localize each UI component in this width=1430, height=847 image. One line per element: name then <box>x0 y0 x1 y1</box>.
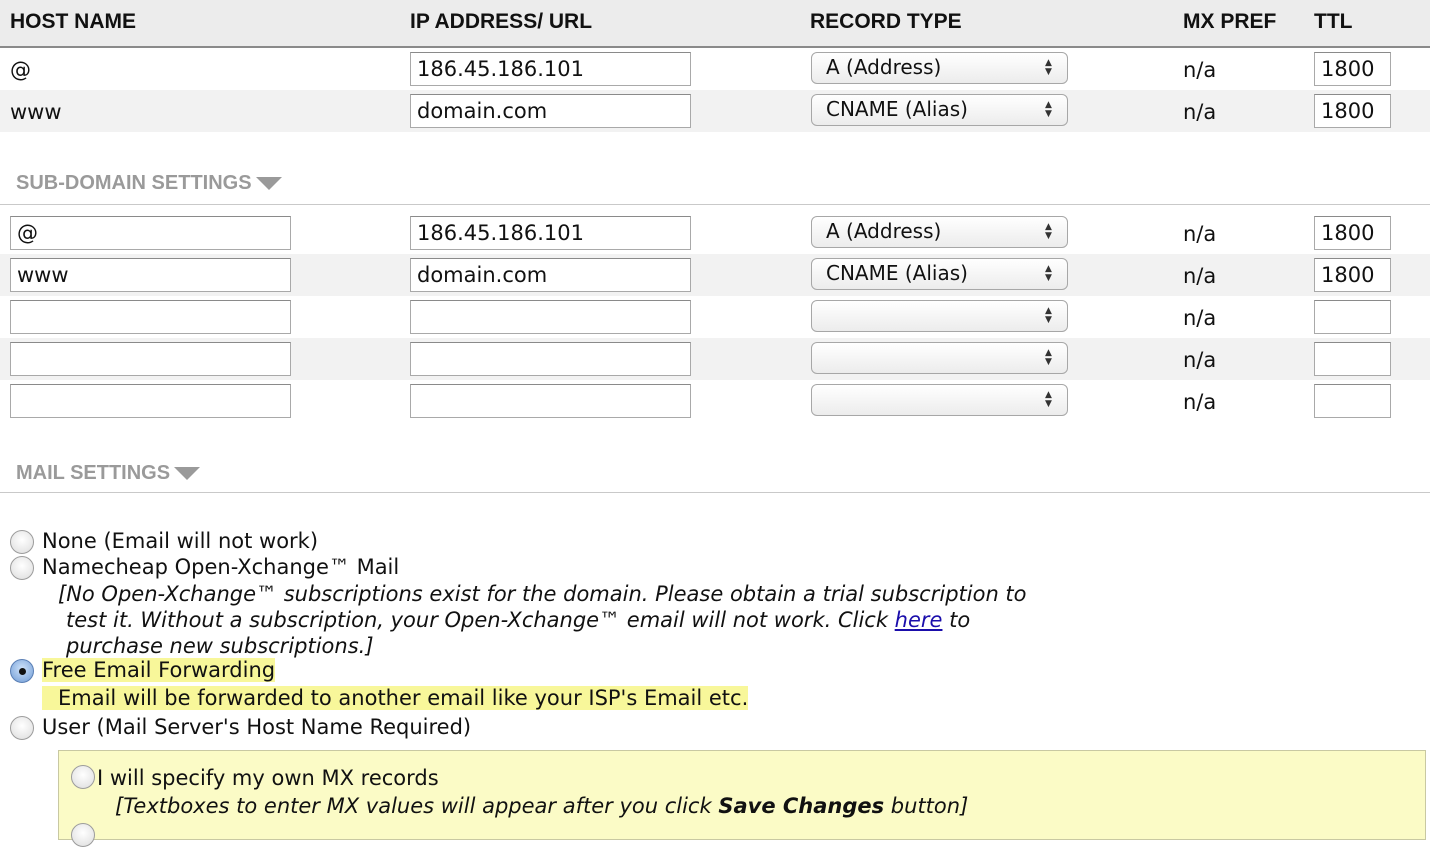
mx-pref-text: n/a <box>1183 390 1217 414</box>
ttl-input[interactable] <box>1314 258 1391 292</box>
purchase-here-link[interactable]: here <box>895 608 943 632</box>
mx-note-text: button] <box>884 794 969 818</box>
select-arrows-icon: ▲ ▼ <box>1045 58 1052 77</box>
record-type-value: CNAME (Alias) <box>826 97 968 121</box>
ttl-input[interactable] <box>1314 384 1391 418</box>
mail-user-radio[interactable] <box>10 716 34 740</box>
host-name-text: @ <box>10 58 31 82</box>
ttl-input[interactable] <box>1314 94 1391 128</box>
select-arrows-icon: ▲ ▼ <box>1045 306 1052 325</box>
mail-open-xchange-radio[interactable] <box>10 556 34 580</box>
mail-user-label: User (Mail Server's Host Name Required) <box>42 715 472 739</box>
mx-pref-text: n/a <box>1183 348 1217 372</box>
mail-none-label: None (Email will not work) <box>42 529 319 553</box>
records-table-header: HOST NAME IP ADDRESS/ URL RECORD TYPE MX… <box>0 0 1430 48</box>
select-arrows-icon: ▲ ▼ <box>1045 348 1052 367</box>
record-type-select[interactable]: CNAME (Alias) ▲ ▼ <box>811 94 1068 126</box>
mail-forwarding-description: Email will be forwarded to another email… <box>42 686 749 710</box>
host-name-text: www <box>10 100 62 124</box>
select-arrows-icon: ▲ ▼ <box>1045 390 1052 409</box>
mail-forwarding-label: Free Email Forwarding <box>42 658 276 682</box>
mail-forwarding-radio[interactable] <box>10 659 34 683</box>
subdomain-settings-toggle[interactable]: SUB-DOMAIN SETTINGS <box>16 172 282 195</box>
save-changes-emphasis: Save Changes <box>718 794 885 818</box>
record-type-select[interactable]: ▲ ▼ <box>811 300 1068 332</box>
table-row: CNAME (Alias) ▲▼ n/a <box>0 254 1430 296</box>
open-xchange-note-text: to <box>942 608 971 632</box>
host-name-input[interactable] <box>10 216 291 250</box>
mx-note-text: [Textboxes to enter MX values will appea… <box>115 794 719 818</box>
user-mx-options-panel: I will specify my own MX records [Textbo… <box>58 750 1426 847</box>
divider <box>0 204 1430 205</box>
table-row: @ A (Address) ▲▼ n/a <box>0 48 1430 90</box>
mx-pref-text: n/a <box>1183 306 1217 330</box>
ip-address-input[interactable] <box>410 94 691 128</box>
ttl-input[interactable] <box>1314 52 1391 86</box>
mx-pref-text: n/a <box>1183 222 1217 246</box>
header-ip-address: IP ADDRESS/ URL <box>410 10 593 33</box>
host-name-input[interactable] <box>10 258 291 292</box>
record-type-select[interactable]: ▲ ▼ <box>811 342 1068 374</box>
mx-pref-text: n/a <box>1183 58 1217 82</box>
ip-address-input[interactable] <box>410 52 691 86</box>
record-type-value: A (Address) <box>826 55 942 79</box>
mail-settings-toggle[interactable]: MAIL SETTINGS <box>16 462 201 485</box>
header-record-type: RECORD TYPE <box>810 10 962 33</box>
open-xchange-note-text: [No Open-Xchange™ subscriptions exist fo… <box>58 582 1027 606</box>
open-xchange-note-line-2: test it. Without a subscription, your Op… <box>66 607 970 633</box>
table-row: A (Address) ▲▼ n/a <box>0 212 1430 254</box>
record-type-select[interactable]: A (Address) ▲ ▼ <box>811 216 1068 248</box>
record-type-select[interactable]: ▲ ▼ <box>811 384 1068 416</box>
select-arrows-icon: ▲ ▼ <box>1045 222 1052 241</box>
ip-address-input[interactable] <box>410 300 691 334</box>
ip-address-input[interactable] <box>410 216 691 250</box>
host-name-input[interactable] <box>10 300 291 334</box>
mail-settings-title: MAIL SETTINGS <box>16 462 171 484</box>
open-xchange-note-line-1: [No Open-Xchange™ subscriptions exist fo… <box>58 581 1027 607</box>
mail-open-xchange-label: Namecheap Open-Xchange™ Mail <box>42 555 400 579</box>
header-ttl: TTL <box>1314 10 1353 33</box>
mx-pref-text: n/a <box>1183 100 1217 124</box>
ip-address-input[interactable] <box>410 384 691 418</box>
table-row: ▲ ▼ n/a <box>0 380 1430 422</box>
mx-pref-text: n/a <box>1183 264 1217 288</box>
ttl-input[interactable] <box>1314 300 1391 334</box>
mx-records-note: [Textboxes to enter MX values will appea… <box>115 793 968 819</box>
table-row: www CNAME (Alias) ▲▼ n/a <box>0 90 1430 132</box>
ip-address-input[interactable] <box>410 258 691 292</box>
open-xchange-note-text: purchase new subscriptions.] <box>66 634 374 658</box>
own-mx-records-radio[interactable] <box>71 765 95 789</box>
header-mx-pref: MX PREF <box>1183 10 1277 33</box>
open-xchange-note-line-3: purchase new subscriptions.] <box>66 633 374 659</box>
host-name-input[interactable] <box>10 384 291 418</box>
host-name-input[interactable] <box>10 342 291 376</box>
ttl-input[interactable] <box>1314 216 1391 250</box>
ttl-input[interactable] <box>1314 342 1391 376</box>
mx-option-radio[interactable] <box>71 823 95 847</box>
ip-address-input[interactable] <box>410 342 691 376</box>
table-row: ▲ ▼ n/a <box>0 296 1430 338</box>
record-type-value: A (Address) <box>826 219 942 243</box>
own-mx-records-label: I will specify my own MX records <box>97 766 439 790</box>
subdomain-settings-title: SUB-DOMAIN SETTINGS <box>16 172 252 194</box>
table-row: ▲ ▼ n/a <box>0 338 1430 380</box>
mail-none-radio[interactable] <box>10 530 34 554</box>
select-arrows-icon: ▲ ▼ <box>1045 100 1052 119</box>
triangle-down-icon <box>255 177 282 191</box>
open-xchange-note-text: test it. Without a subscription, your Op… <box>66 608 895 632</box>
triangle-down-icon <box>174 467 201 481</box>
divider <box>0 492 1430 493</box>
record-type-value: CNAME (Alias) <box>826 261 968 285</box>
record-type-select[interactable]: CNAME (Alias) ▲ ▼ <box>811 258 1068 290</box>
header-host-name: HOST NAME <box>10 10 136 33</box>
record-type-select[interactable]: A (Address) ▲ ▼ <box>811 52 1068 84</box>
select-arrows-icon: ▲ ▼ <box>1045 264 1052 283</box>
